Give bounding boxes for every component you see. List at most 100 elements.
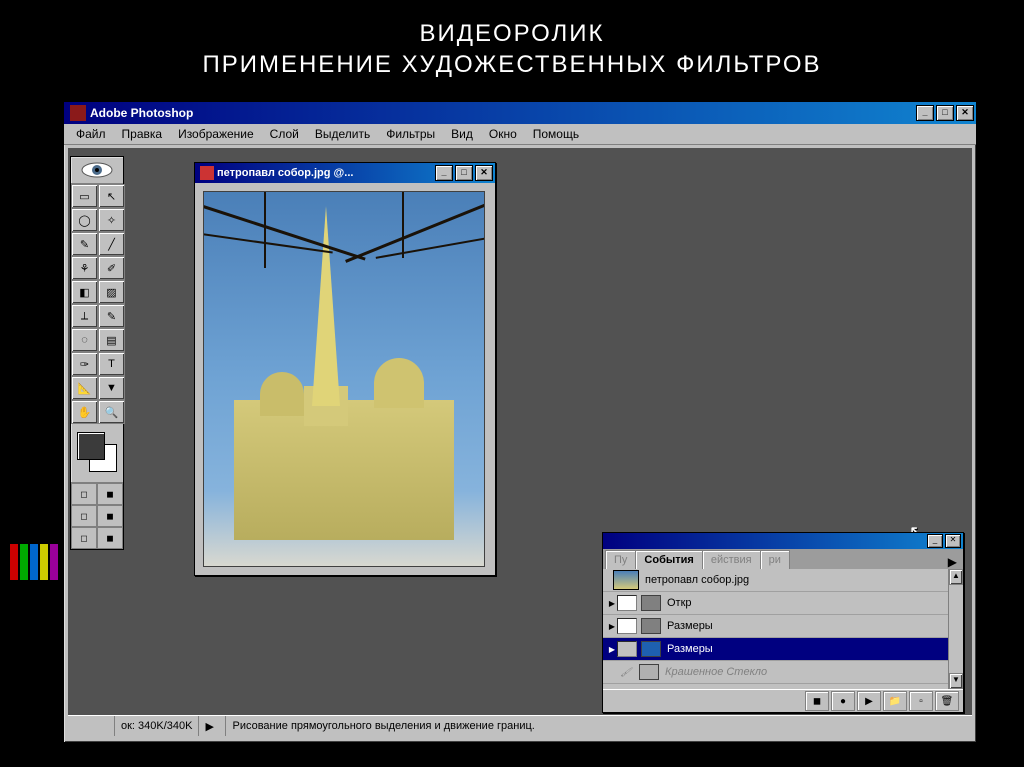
status-doc-size[interactable]: ок: 340K/340K <box>115 716 199 736</box>
snapshot-thumbnail-icon <box>613 570 639 590</box>
history-row-open[interactable]: ▶ Откр <box>603 592 948 615</box>
palette-collapse-button[interactable]: _ <box>927 534 943 548</box>
dodge-tool[interactable]: ✎ <box>98 304 125 328</box>
decorative-color-bars <box>10 544 58 580</box>
menu-view[interactable]: Вид <box>443 125 481 143</box>
palette-tab-events[interactable]: События <box>635 550 702 569</box>
doc-minimize-button[interactable]: _ <box>435 165 453 181</box>
document-window[interactable]: петропавл собор.jpg @... _ □ ✕ <box>194 162 496 576</box>
screen-mode-1[interactable]: ◻ <box>71 505 97 527</box>
slide-title-line1: ВИДЕОРОЛИК <box>0 18 1024 49</box>
palette-tabs: Пу События ействия ри ▶ <box>603 549 963 569</box>
palette-scrollbar[interactable]: ▲ ▼ <box>948 569 963 689</box>
palette-play-button[interactable]: ▶ <box>857 691 881 711</box>
row-checkbox[interactable] <box>617 618 637 634</box>
mode-standard[interactable]: ◻ <box>71 483 97 505</box>
status-zoom[interactable] <box>68 716 115 736</box>
doc-close-button[interactable]: ✕ <box>475 165 493 181</box>
pencil-tool[interactable]: ▨ <box>98 280 125 304</box>
history-brush-tool[interactable]: ✐ <box>98 256 125 280</box>
row-checkbox[interactable] <box>617 595 637 611</box>
history-palette[interactable]: _ ✕ Пу События ействия ри ▶ петропавл со… <box>602 532 964 713</box>
menu-window[interactable]: Окно <box>481 125 525 143</box>
row-label: Крашенное Стекло <box>665 666 767 678</box>
move-tool[interactable]: ↖ <box>98 184 125 208</box>
screen-mode-4[interactable]: ◼ <box>97 527 123 549</box>
wand-tool[interactable]: ✧ <box>98 208 125 232</box>
sizes-icon <box>641 641 661 657</box>
row-checkbox[interactable] <box>617 641 637 657</box>
title-bar[interactable]: Adobe Photoshop _ □ ✕ <box>64 102 976 124</box>
history-row-stained-glass[interactable]: 🖌 Крашенное Стекло <box>603 661 948 684</box>
row-label: Откр <box>667 597 692 609</box>
history-row-sizes[interactable]: ▶ Размеры <box>603 615 948 638</box>
mode-buttons: ◻ ◼ ◻ ◼ ◻ ◼ <box>71 482 123 549</box>
lasso-tool[interactable]: ◯ <box>71 208 98 232</box>
palette-record-button[interactable]: ● <box>831 691 855 711</box>
maximize-button[interactable]: □ <box>936 105 954 121</box>
zoom-tool[interactable]: 🔍 <box>98 400 125 424</box>
document-canvas[interactable] <box>195 183 495 575</box>
screen-mode-2[interactable]: ◼ <box>97 505 123 527</box>
mode-quickmask[interactable]: ◼ <box>97 483 123 505</box>
menu-image[interactable]: Изображение <box>170 125 262 143</box>
minimize-button[interactable]: _ <box>916 105 934 121</box>
menu-help[interactable]: Помощь <box>525 125 587 143</box>
photoshop-window: Adobe Photoshop _ □ ✕ Файл Правка Изобра… <box>62 100 978 744</box>
sizes-icon <box>641 618 661 634</box>
row-label: Размеры <box>667 643 713 655</box>
stamp-tool[interactable]: ⚘ <box>71 256 98 280</box>
eraser-tool[interactable]: ◧ <box>71 280 98 304</box>
app-title: Adobe Photoshop <box>90 106 914 120</box>
palette-tab-partial-right2[interactable]: ри <box>760 550 790 569</box>
gradient-tool[interactable]: T <box>98 352 125 376</box>
foreground-color-swatch[interactable] <box>77 432 105 460</box>
doc-maximize-button[interactable]: □ <box>455 165 473 181</box>
palette-stop-button[interactable]: ◼ <box>805 691 829 711</box>
palette-title-bar[interactable]: _ ✕ <box>603 533 963 549</box>
document-icon <box>200 166 214 180</box>
status-menu-arrow-icon[interactable]: ▶ <box>199 716 226 736</box>
status-hint: Рисование прямоугольного выделения и дви… <box>226 720 972 732</box>
marquee-tool[interactable]: ▭ <box>71 184 98 208</box>
menu-bar: Файл Правка Изображение Слой Выделить Фи… <box>64 124 976 145</box>
hand-tool[interactable]: ✋ <box>71 400 98 424</box>
history-row-sizes-selected[interactable]: ▶ Размеры <box>603 638 948 661</box>
expand-arrow-icon[interactable]: ▶ <box>607 599 617 608</box>
palette-new-button[interactable]: ▫ <box>909 691 933 711</box>
airbrush-tool[interactable]: ✎ <box>71 232 98 256</box>
palette-new-folder-button[interactable]: 📁 <box>883 691 907 711</box>
expand-arrow-icon[interactable]: ▶ <box>607 622 617 631</box>
palette-close-button[interactable]: ✕ <box>945 534 961 548</box>
blur-tool[interactable]: ⟂ <box>71 304 98 328</box>
document-title-bar[interactable]: петропавл собор.jpg @... _ □ ✕ <box>195 163 495 183</box>
palette-tab-partial-right[interactable]: ействия <box>702 550 761 569</box>
menu-file[interactable]: Файл <box>68 125 114 143</box>
bucket-tool[interactable]: 📐 <box>71 376 98 400</box>
menu-edit[interactable]: Правка <box>114 125 171 143</box>
palette-footer: ◼ ● ▶ 📁 ▫ 🗑 <box>603 689 963 712</box>
palette-delete-button[interactable]: 🗑 <box>935 691 959 711</box>
eyedropper-tool[interactable]: ▼ <box>98 376 125 400</box>
history-snapshot-row[interactable]: петропавл собор.jpg <box>603 569 948 592</box>
screen-mode-3[interactable]: ◻ <box>71 527 97 549</box>
slide-title: ВИДЕОРОЛИК ПРИМЕНЕНИЕ ХУДОЖЕСТВЕННЫХ ФИЛ… <box>0 0 1024 88</box>
pen-tool[interactable]: ◌ <box>71 328 98 352</box>
scroll-up-button[interactable]: ▲ <box>949 569 963 585</box>
close-button[interactable]: ✕ <box>956 105 974 121</box>
palette-tab-partial-left[interactable]: Пу <box>605 550 636 569</box>
filter-icon <box>639 664 659 680</box>
status-bar: ок: 340K/340K ▶ Рисование прямоугольного… <box>68 715 972 736</box>
measure-tool[interactable]: ✑ <box>71 352 98 376</box>
expand-arrow-icon[interactable]: ▶ <box>607 645 617 654</box>
menu-layer[interactable]: Слой <box>262 125 307 143</box>
menu-filters[interactable]: Фильтры <box>378 125 443 143</box>
palette-menu-arrow-icon[interactable]: ▶ <box>944 555 961 569</box>
type-tool[interactable]: ▤ <box>98 328 125 352</box>
menu-select[interactable]: Выделить <box>307 125 378 143</box>
brush-tool[interactable]: ╱ <box>98 232 125 256</box>
toolbox[interactable]: ▭ ↖ ◯ ✧ ✎ ╱ ⚘ ✐ ◧ ▨ ⟂ ✎ ◌ ▤ ✑ T 📐 ▼ ✋ 🔍 … <box>70 156 124 550</box>
row-label: Размеры <box>667 620 713 632</box>
scroll-down-button[interactable]: ▼ <box>949 673 963 689</box>
color-swatches[interactable] <box>71 428 123 480</box>
